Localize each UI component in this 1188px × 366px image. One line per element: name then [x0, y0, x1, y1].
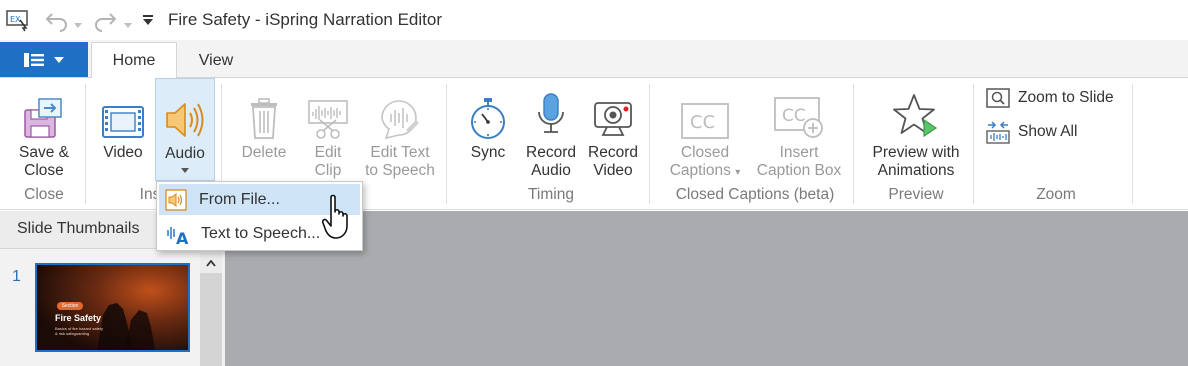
text-to-speech-icon: A: [167, 226, 189, 246]
insert-caption-icon: CC: [774, 97, 823, 138]
svg-text:CC: CC: [782, 106, 806, 126]
chevron-down-icon: [181, 168, 189, 173]
text-to-speech-icon: [381, 100, 419, 140]
show-all-label: Show All: [1018, 123, 1078, 140]
video-icon: [102, 106, 144, 138]
panel-title: Slide Thumbnails: [17, 220, 140, 237]
edit-text-to-speech-button[interactable]: Edit Text to Speech: [360, 78, 440, 186]
group-label-preview: Preview: [888, 186, 944, 203]
closed-captions-button[interactable]: CC Closed Captions ▾: [660, 78, 750, 186]
speaker-icon: [166, 103, 204, 137]
zoom-to-slide-button[interactable]: Zoom to Slide: [986, 88, 1114, 108]
group-separator: [1132, 84, 1133, 204]
closed-captions-label-line2: Captions ▾: [669, 162, 741, 179]
audio-button[interactable]: Audio: [155, 78, 215, 181]
slide-subtitle-line2: & risk safeguarding: [55, 331, 90, 336]
save-close-icon: [24, 98, 62, 138]
customize-toolbar-icon[interactable]: [142, 13, 154, 31]
redo-icon[interactable]: [92, 10, 118, 37]
undo-dropdown-icon[interactable]: [74, 16, 82, 34]
group-label-close: Close: [24, 186, 64, 203]
edit-clip-button[interactable]: Edit Clip: [300, 78, 356, 186]
slide-thumbnail[interactable]: Section Fire Safety Basics of fire hazar…: [35, 263, 190, 352]
window-title: Fire Safety - iSpring Narration Editor: [168, 10, 442, 29]
delete-button[interactable]: Delete: [232, 78, 296, 186]
chevron-up-icon: [206, 259, 216, 267]
delete-label: Delete: [241, 144, 287, 161]
record-audio-label-line1: Record: [526, 144, 576, 161]
record-video-label-line1: Record: [588, 144, 638, 161]
group-separator: [649, 84, 650, 204]
stopwatch-icon: [471, 98, 505, 139]
app-icon: EX: [5, 8, 31, 37]
webcam-icon: [594, 102, 632, 136]
zoom-to-slide-icon: [986, 88, 1010, 108]
zoom-to-slide-label: Zoom to Slide: [1018, 89, 1114, 106]
audio-file-icon: [165, 188, 187, 211]
preview-animations-button[interactable]: Preview with Animations: [862, 78, 970, 186]
record-audio-label-line2: Audio: [531, 162, 571, 179]
group-label-zoom: Zoom: [1036, 186, 1076, 203]
chevron-down-icon: [54, 56, 64, 63]
redo-dropdown-icon[interactable]: [124, 16, 132, 34]
group-label-timing: Timing: [528, 186, 574, 203]
from-file-label: From File...: [199, 190, 280, 208]
slide-workspace: [225, 211, 1188, 366]
group-separator: [446, 84, 447, 204]
record-audio-button[interactable]: Record Audio: [522, 78, 580, 186]
preview-label-line1: Preview with: [872, 144, 960, 161]
edit-clip-label-line1: Edit: [314, 144, 342, 161]
record-video-button[interactable]: Record Video: [584, 78, 642, 186]
svg-text:CC: CC: [690, 112, 715, 133]
audio-label: Audio: [165, 145, 205, 162]
save-close-label-line1: Save &: [19, 144, 69, 161]
edit-clip-icon: [308, 100, 348, 139]
chevron-down-icon: ▾: [735, 167, 741, 178]
svg-text:A: A: [176, 229, 189, 246]
thumbnail-scrollbar[interactable]: [200, 253, 222, 366]
microphone-icon: [538, 93, 564, 133]
group-separator: [973, 84, 974, 204]
ribbon-tab-row: Home View: [0, 40, 1188, 79]
show-all-icon: [986, 121, 1010, 144]
record-video-label-line2: Video: [593, 162, 633, 179]
edit-text-speech-label-line2: to Speech: [365, 162, 435, 179]
edit-clip-label-line2: Clip: [314, 162, 342, 179]
slide-number: 1: [12, 268, 21, 285]
closed-captions-label-line1: Closed: [680, 144, 730, 161]
tab-home[interactable]: Home: [91, 42, 177, 79]
text-to-speech-label: Text to Speech...: [201, 224, 321, 242]
insert-caption-label-line1: Insert: [779, 144, 819, 161]
hand-pointer-cursor-icon: [322, 194, 348, 239]
save-close-button[interactable]: Save & Close: [10, 78, 78, 186]
svg-text:EX: EX: [10, 15, 21, 24]
star-play-icon: [893, 94, 938, 138]
file-menu-button[interactable]: [0, 42, 88, 77]
undo-icon[interactable]: [44, 10, 70, 37]
tab-view[interactable]: View: [178, 42, 254, 79]
menu-icon: [24, 52, 44, 67]
preview-label-line2: Animations: [877, 162, 955, 179]
insert-caption-box-button[interactable]: CC Insert Caption Box: [752, 78, 846, 186]
scroll-up-button[interactable]: [200, 253, 222, 273]
slide-badge: Section: [57, 302, 83, 310]
edit-text-speech-label-line1: Edit Text: [370, 144, 430, 161]
sync-button[interactable]: Sync: [460, 78, 516, 186]
show-all-button[interactable]: Show All: [986, 120, 1077, 144]
group-label-closed-captions: Closed Captions (beta): [675, 186, 835, 203]
cc-icon: CC: [681, 103, 729, 139]
group-separator: [85, 84, 86, 204]
video-label: Video: [103, 144, 143, 161]
sync-label: Sync: [470, 144, 506, 161]
insert-caption-label-line2: Caption Box: [756, 162, 842, 179]
slide-title: Fire Safety: [55, 313, 102, 323]
group-separator: [853, 84, 854, 204]
trash-icon: [251, 98, 277, 139]
video-button[interactable]: Video: [92, 78, 154, 186]
title-bar: EX Fire Safety - iSpring Narration Edito…: [0, 0, 1188, 40]
save-close-label-line2: Close: [24, 162, 64, 179]
